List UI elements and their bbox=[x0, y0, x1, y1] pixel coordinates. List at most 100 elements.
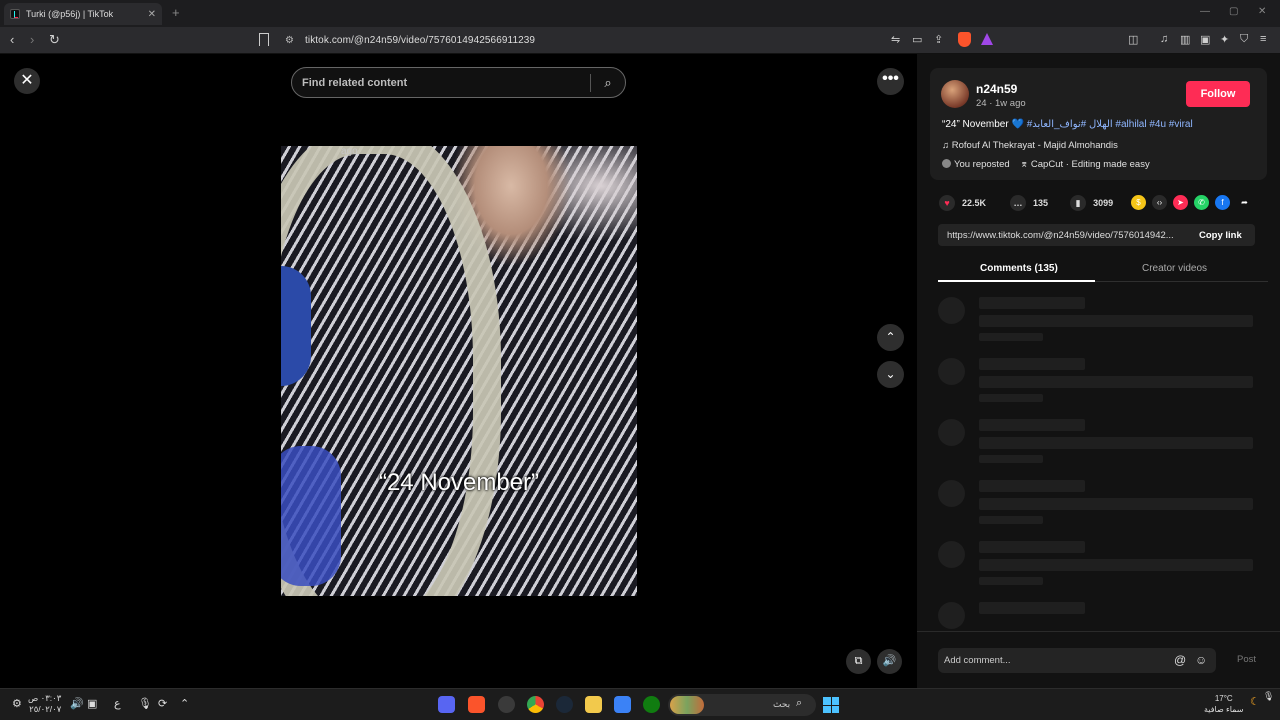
like-icon[interactable]: ♥ bbox=[939, 195, 955, 211]
comment-input[interactable]: Add comment... @ ☺ bbox=[938, 648, 1216, 673]
trophy-blue-band bbox=[281, 266, 311, 386]
search-input[interactable]: Find related content bbox=[292, 77, 590, 89]
music-link[interactable]: ♫ Rofouf Al Thekrayat - Majid Almohandis bbox=[942, 140, 1118, 151]
video-link[interactable]: https://www.tiktok.com/@n24n59/video/757… bbox=[947, 230, 1183, 241]
language-indicator[interactable]: ع bbox=[114, 697, 121, 710]
more-share-icon[interactable]: ➦ bbox=[1237, 195, 1252, 210]
taskbar-search-label: بحث bbox=[773, 699, 791, 709]
taskbar-search[interactable]: بحث ⌕ bbox=[668, 694, 816, 716]
tray-overflow-icon[interactable]: ⌃ bbox=[180, 697, 189, 710]
media-icon[interactable]: ♫ bbox=[1160, 33, 1168, 45]
site-settings-icon[interactable]: ⚙ bbox=[285, 35, 294, 46]
bookmark-icon[interactable] bbox=[259, 33, 269, 46]
facebook-icon[interactable]: f bbox=[1215, 195, 1230, 210]
chrome-app-icon[interactable] bbox=[527, 696, 544, 713]
windows-start-icon[interactable] bbox=[823, 697, 839, 713]
repost-row: You reposted ⌆ CapCut · Editing made eas… bbox=[942, 159, 1150, 170]
menu-icon[interactable]: ≡ bbox=[1260, 33, 1266, 45]
video-description: “24” November 💙 #الهلال #نواف_العابد #al… bbox=[942, 119, 1193, 130]
search-icon[interactable]: ⌕ bbox=[591, 75, 625, 91]
embed-icon[interactable]: ‹› bbox=[1152, 195, 1167, 210]
username[interactable]: n24n59 bbox=[976, 82, 1017, 96]
post-meta: 24 · 1w ago bbox=[976, 98, 1026, 109]
details-panel: n24n59 24 · 1w ago Follow “24” November … bbox=[917, 54, 1280, 688]
video-player[interactable]: ago “24 November” bbox=[281, 146, 637, 596]
volume-button[interactable]: 🔊 bbox=[877, 649, 902, 674]
comment-skeleton bbox=[938, 358, 1258, 408]
brave-rewards-icon[interactable] bbox=[981, 33, 993, 45]
previous-video-button[interactable]: ⌃ bbox=[877, 324, 904, 351]
link-box: https://www.tiktok.com/@n24n59/video/757… bbox=[938, 224, 1255, 246]
more-options-button[interactable]: ••• bbox=[877, 68, 904, 95]
comment-icon[interactable]: … bbox=[1010, 195, 1027, 211]
volume-tray-icon[interactable]: 🔊 bbox=[70, 697, 84, 710]
description-hashtags[interactable]: #الهلال #نواف_العابد #alhilal #4u #viral bbox=[1027, 119, 1193, 130]
vpn-icon[interactable]: ⛉ bbox=[1240, 33, 1248, 46]
translate-icon[interactable]: ⇋ bbox=[891, 33, 900, 46]
tab-close-icon[interactable]: ✕ bbox=[148, 9, 156, 20]
capcut-link[interactable]: CapCut · Editing made easy bbox=[1031, 159, 1150, 170]
next-video-button[interactable]: ⌄ bbox=[877, 361, 904, 388]
maximize-icon[interactable]: ▢ bbox=[1229, 6, 1238, 17]
floating-player-button[interactable]: ⧉ bbox=[846, 649, 871, 674]
reload-icon[interactable]: ↻ bbox=[49, 32, 60, 48]
mention-icon[interactable]: @ bbox=[1174, 653, 1186, 667]
tab-creator-videos[interactable]: Creator videos bbox=[1142, 263, 1207, 274]
avatar[interactable] bbox=[941, 80, 969, 108]
address-url[interactable]: tiktok.com/@n24n59/video/757601494256691… bbox=[305, 35, 535, 46]
weather-widget[interactable]: 17°C سماء صافية bbox=[1204, 693, 1244, 715]
whatsapp-icon[interactable]: ✆ bbox=[1194, 195, 1209, 210]
brave-shields-icon[interactable] bbox=[958, 32, 971, 47]
microphone-icon[interactable]: 🎙 bbox=[138, 697, 152, 710]
leo-ai-icon[interactable]: ✦ bbox=[1220, 33, 1229, 46]
window-close-icon[interactable]: ✕ bbox=[1258, 6, 1266, 17]
coin-share-icon[interactable]: $ bbox=[1131, 195, 1146, 210]
app-icon[interactable] bbox=[498, 696, 515, 713]
file-explorer-icon[interactable] bbox=[585, 696, 602, 713]
copy-link-button[interactable]: Copy link bbox=[1199, 230, 1242, 241]
engagement-stats: ♥ 22.5K … 135 ▮ 3099 bbox=[939, 194, 1113, 212]
discord-app-icon[interactable] bbox=[438, 696, 455, 713]
clock[interactable]: ٠٣:٠٣ ص ٢٥/٠٢/٠٧ bbox=[28, 693, 61, 715]
xbox-app-icon[interactable] bbox=[643, 696, 660, 713]
back-icon[interactable]: ‹ bbox=[10, 32, 14, 47]
search-highlight-image bbox=[670, 696, 704, 714]
minimize-icon[interactable]: — bbox=[1200, 6, 1210, 17]
description-text: “24” November 💙 bbox=[942, 119, 1027, 130]
network-tray-icon[interactable]: ▣ bbox=[87, 697, 97, 710]
screenshot-icon[interactable]: ◫ bbox=[1128, 33, 1138, 46]
bookmark-icon[interactable]: ▮ bbox=[1070, 195, 1087, 211]
browser-tab[interactable]: Turki (@p56j) | TikTok ✕ bbox=[4, 3, 162, 25]
tiktok-favicon-icon bbox=[10, 9, 20, 19]
weather-condition: سماء صافية bbox=[1204, 705, 1244, 714]
related-search-box[interactable]: Find related content ⌕ bbox=[291, 67, 626, 98]
send-to-friends-icon[interactable]: ➤ bbox=[1173, 195, 1188, 210]
capcut-icon: ⌆ bbox=[1020, 159, 1029, 170]
repost-avatar-icon bbox=[942, 159, 951, 168]
forward-icon[interactable]: › bbox=[30, 32, 34, 47]
steam-app-icon[interactable] bbox=[556, 696, 573, 713]
follow-button[interactable]: Follow bbox=[1186, 81, 1250, 107]
store-app-icon[interactable] bbox=[614, 696, 631, 713]
brave-app-icon[interactable] bbox=[468, 696, 485, 713]
settings-gear-icon[interactable]: ⚙ bbox=[12, 697, 22, 710]
sync-icon[interactable]: ⟳ bbox=[158, 697, 167, 710]
comment-skeleton bbox=[938, 480, 1258, 530]
wallet-icon[interactable]: ▣ bbox=[1200, 33, 1210, 46]
cast-icon[interactable]: ▭ bbox=[912, 33, 922, 46]
weather-temp: 17°C bbox=[1214, 694, 1233, 703]
comment-skeleton bbox=[938, 541, 1258, 591]
clock-time: ٠٣:٠٣ ص bbox=[28, 693, 62, 703]
tab-comments[interactable]: Comments (135) bbox=[980, 263, 1058, 274]
mic-tray-icon[interactable]: 🎙 bbox=[1263, 691, 1274, 702]
comment-bar: Add comment... @ ☺ Post bbox=[917, 631, 1280, 688]
comment-skeleton bbox=[938, 297, 1258, 347]
new-tab-button[interactable]: + bbox=[172, 5, 180, 20]
sidebar-icon[interactable]: ▥ bbox=[1180, 33, 1190, 46]
post-button[interactable]: Post bbox=[1237, 654, 1256, 665]
emoji-icon[interactable]: ☺ bbox=[1195, 653, 1207, 667]
close-video-button[interactable]: ✕ bbox=[14, 68, 40, 94]
like-count: 22.5K bbox=[962, 198, 987, 208]
clock-date: ٢٥/٠٢/٠٧ bbox=[29, 704, 62, 714]
share-icon[interactable]: ⇪ bbox=[934, 33, 943, 46]
